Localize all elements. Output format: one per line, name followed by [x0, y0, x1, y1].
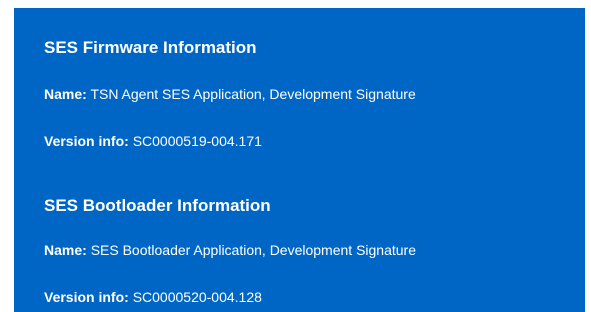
firmware-info-section: SES Firmware Information Name: TSN Agent…: [44, 38, 416, 149]
bootloader-version-value: SC0000520-004.128: [132, 289, 262, 305]
bootloader-name-row: Name: SES Bootloader Application, Develo…: [44, 242, 416, 259]
firmware-name-row: Name: TSN Agent SES Application, Develop…: [44, 86, 416, 103]
firmware-name-label: Name:: [44, 86, 87, 102]
bootloader-info-section: SES Bootloader Information Name: SES Boo…: [44, 196, 416, 305]
firmware-version-label: Version info:: [44, 133, 129, 149]
firmware-info-heading: SES Firmware Information: [44, 38, 257, 57]
firmware-version-row: Version info: SC0000519-004.171: [44, 133, 262, 150]
bootloader-version-row: Version info: SC0000520-004.128: [44, 289, 262, 306]
bootloader-info-heading: SES Bootloader Information: [44, 196, 271, 215]
firmware-version-value: SC0000519-004.171: [132, 133, 262, 149]
bootloader-version-label: Version info:: [44, 289, 129, 305]
firmware-name-value: TSN Agent SES Application, Development S…: [90, 86, 416, 102]
bootloader-name-label: Name:: [44, 242, 87, 258]
info-panel: SES Firmware Information Name: TSN Agent…: [14, 8, 585, 312]
bootloader-name-value: SES Bootloader Application, Development …: [90, 242, 417, 258]
